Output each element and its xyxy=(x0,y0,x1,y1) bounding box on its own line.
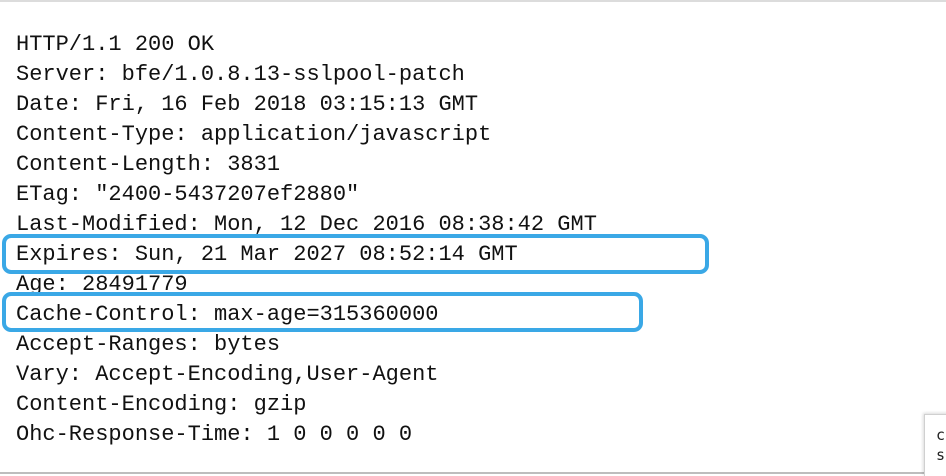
header-content-type: Content-Type: application/javascript xyxy=(16,122,492,147)
side-popup-panel[interactable]: c s xyxy=(924,414,946,476)
bottom-divider xyxy=(0,472,930,474)
status-line: HTTP/1.1 200 OK xyxy=(16,32,215,57)
side-popup-line-1: c xyxy=(936,426,946,444)
side-popup-line-2: s xyxy=(936,446,946,464)
top-divider xyxy=(0,0,946,2)
header-content-encoding: Content-Encoding: gzip xyxy=(16,392,307,417)
header-date: Date: Fri, 16 Feb 2018 03:15:13 GMT xyxy=(16,92,479,117)
cache-control-highlight-box xyxy=(2,292,643,332)
header-content-length: Content-Length: 3831 xyxy=(16,152,281,177)
expires-highlight-box xyxy=(2,234,709,274)
header-etag: ETag: "2400-5437207ef2880" xyxy=(16,182,360,207)
header-ohc-response-time: Ohc-Response-Time: 1 0 0 0 0 0 xyxy=(16,422,413,447)
header-accept-ranges: Accept-Ranges: bytes xyxy=(16,332,281,357)
header-server: Server: bfe/1.0.8.13-sslpool-patch xyxy=(16,62,465,87)
header-vary: Vary: Accept-Encoding,User-Agent xyxy=(16,362,439,387)
